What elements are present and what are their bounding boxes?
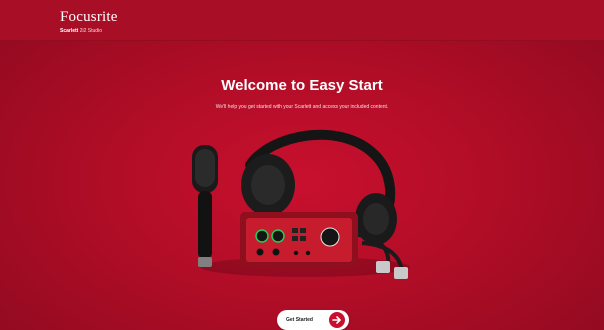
product-name: Scarlett 2i2 Studio (60, 28, 102, 34)
get-started-label: Get Started (286, 317, 313, 323)
product-name-bold: Scarlett (60, 28, 79, 34)
product-name-rest: 2i2 Studio (79, 28, 102, 34)
product-bundle-illustration (192, 129, 410, 279)
page-title: Welcome to Easy Start (221, 77, 383, 94)
header-bar: Focusrite Scarlett 2i2 Studio (0, 0, 604, 41)
arrow-right-glyph (332, 316, 341, 324)
easy-start-page: Focusrite Scarlett 2i2 Studio Welcome to… (0, 0, 604, 330)
product-hero-image (180, 125, 430, 285)
arrow-right-icon (329, 312, 345, 328)
page-subtitle: We'll help you get started with your Sca… (215, 104, 389, 110)
get-started-button[interactable]: Get Started (277, 310, 349, 330)
focusrite-logo: Focusrite (60, 9, 118, 25)
